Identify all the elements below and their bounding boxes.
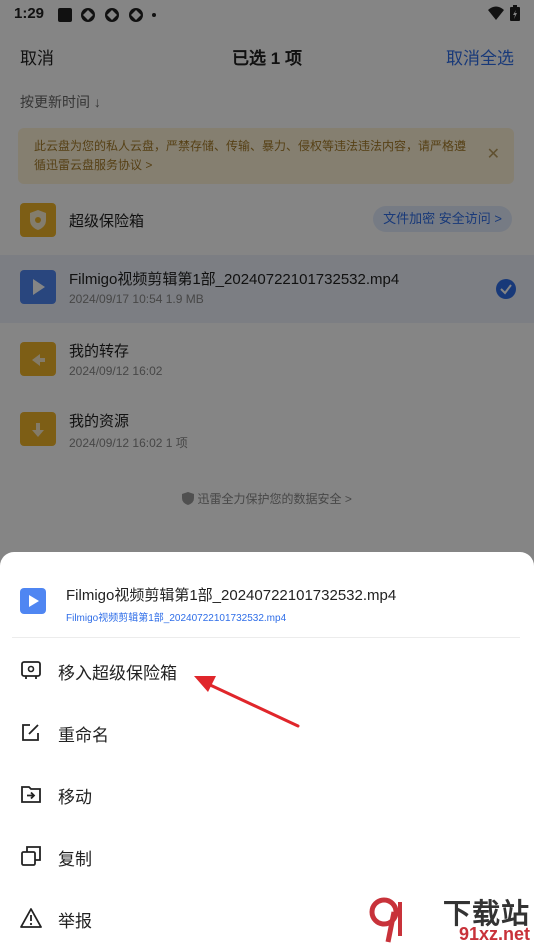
watermark-url: 91xz.net bbox=[458, 924, 530, 944]
watermark: 下载站 91xz.net bbox=[362, 890, 534, 950]
copy-icon bbox=[21, 846, 41, 866]
divider bbox=[12, 637, 520, 638]
sheet-file-name: Filmigo视频剪辑第1部_20240722101732532.mp4 bbox=[66, 587, 397, 604]
watermark-logo-icon bbox=[369, 897, 402, 943]
menu-label: 举报 bbox=[58, 912, 92, 931]
menu-label: 复制 bbox=[58, 850, 92, 869]
report-icon bbox=[20, 908, 42, 928]
move-icon bbox=[21, 786, 41, 803]
menu-label: 重命名 bbox=[58, 726, 109, 745]
copy-button[interactable]: 复制 bbox=[0, 826, 534, 886]
menu-label: 移入超级保险箱 bbox=[58, 664, 177, 683]
move-button[interactable]: 移动 bbox=[0, 764, 534, 824]
rename-icon bbox=[22, 724, 39, 741]
menu-label: 移动 bbox=[58, 788, 92, 807]
video-file-icon bbox=[20, 588, 46, 614]
annotation-arrow bbox=[194, 676, 300, 728]
vault-icon bbox=[21, 661, 41, 679]
sheet-file-path: Filmigo视频剪辑第1部_20240722101732532.mp4 bbox=[66, 613, 287, 624]
